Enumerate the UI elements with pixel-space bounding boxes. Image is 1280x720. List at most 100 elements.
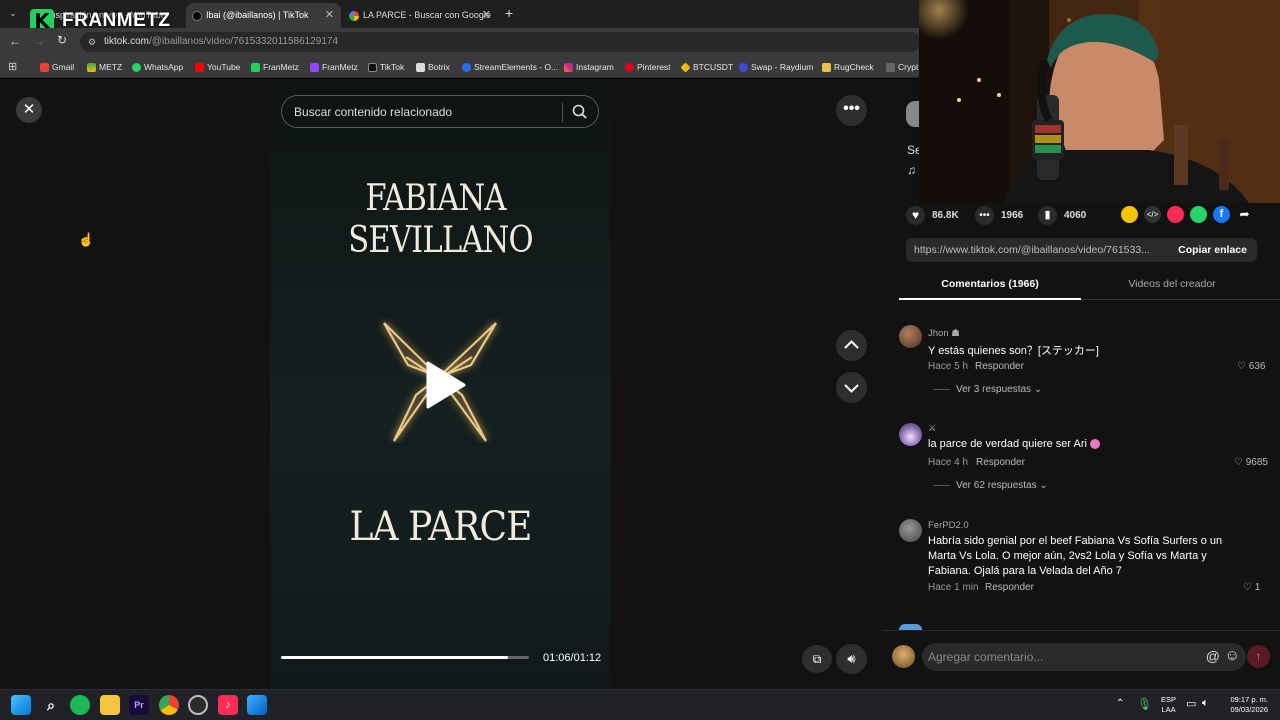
bookmark-rugcheck[interactable]: RugCheck <box>822 60 874 74</box>
avatar[interactable] <box>899 423 922 446</box>
avatar[interactable] <box>899 519 922 542</box>
facebook-share-icon[interactable]: f <box>1213 206 1230 223</box>
comment-input[interactable]: Agregar comentario... @ ☺ <box>922 643 1246 671</box>
botrix-icon <box>416 63 425 72</box>
bookmark-instagram[interactable]: Instagram <box>564 60 614 74</box>
new-tab-button[interactable]: + <box>505 5 513 21</box>
tab-active-indicator <box>899 298 1081 300</box>
apps-grid-icon[interactable]: ⊞ <box>8 60 17 73</box>
chrome-icon[interactable] <box>159 695 179 715</box>
volume-icon[interactable]: 🔊︎ <box>836 644 867 674</box>
tab-tiktok[interactable]: Ibai (@ibaillanos) | TikTok ✕ <box>186 3 341 28</box>
related-search-input[interactable]: Buscar contenido relacionado <box>281 95 599 128</box>
view-replies-button[interactable]: Ver 3 respuestas ⌄ <box>933 384 1042 395</box>
my-avatar[interactable] <box>892 645 915 668</box>
photos-icon[interactable] <box>247 695 267 715</box>
close-tab-icon[interactable]: ✕ <box>325 3 334 28</box>
bookmark-icon: ▮ <box>1038 206 1057 225</box>
bookmark-btcusdt[interactable]: BTCUSDT <box>680 60 733 74</box>
comment-like[interactable]: ♡ 1 <box>1243 582 1260 593</box>
video-progress-fill <box>281 656 509 659</box>
bookmark-gmail[interactable]: Gmail <box>40 60 74 74</box>
close-viewer-button[interactable]: ✕ <box>16 97 42 123</box>
bookmark-whatsapp[interactable]: WhatsApp <box>132 60 183 74</box>
speaker-icon[interactable]: 🔈︎ <box>1202 697 1209 710</box>
comment-button[interactable]: ••• 1966 <box>975 206 1023 225</box>
bookmark-botrix[interactable]: Botrix <box>416 60 450 74</box>
bookmark-tiktok[interactable]: TikTok <box>368 60 404 74</box>
tab-comments[interactable]: Comentarios (1966) <box>899 278 1081 290</box>
comment-like[interactable]: ♡ 636 <box>1237 361 1265 372</box>
avatar[interactable] <box>899 325 922 348</box>
obs-icon[interactable] <box>188 695 208 715</box>
webcam-scene <box>919 0 1280 203</box>
microphone-icon[interactable]: 🎙︎ <box>1137 697 1152 711</box>
file-explorer-icon[interactable] <box>100 695 120 715</box>
post-comment-button[interactable]: ↑ <box>1247 645 1270 668</box>
comment-item: Jhon ☗ Y estás quienes son？[ステッカー] Hace … <box>882 325 1280 415</box>
windows-start-icon[interactable] <box>11 695 31 715</box>
comment-username[interactable]: ⚔ <box>928 423 937 434</box>
search-icon[interactable] <box>571 103 589 121</box>
repost-icon[interactable] <box>1121 206 1138 223</box>
whatsapp-share-icon[interactable] <box>1190 206 1207 223</box>
rugcheck-icon <box>822 63 831 72</box>
instagram-icon <box>564 63 573 72</box>
bookmark-pinterest[interactable]: Pinterest <box>625 60 671 74</box>
reply-button[interactable]: Responder <box>975 361 1024 372</box>
tab-google[interactable]: LA PARCE - Buscar con Google ✕ <box>343 3 498 28</box>
spotify-icon[interactable] <box>70 695 90 715</box>
bookmark-franmetz[interactable]: FranMetz <box>251 60 299 74</box>
comment-like[interactable]: ♡ 9685 <box>1234 457 1268 468</box>
more-options-button[interactable]: ••• <box>836 95 867 126</box>
franmetz-icon <box>251 63 260 72</box>
tab-creator-videos[interactable]: Videos del creador <box>1081 278 1263 290</box>
bookmark-metz[interactable]: METZ <box>87 60 122 74</box>
pip-icon[interactable]: ⧉ <box>802 645 832 673</box>
comment-username[interactable]: Jhon ☗ <box>928 328 960 339</box>
google-tab-icon <box>349 11 359 21</box>
embed-icon[interactable]: </> <box>1144 206 1161 223</box>
video-title-line2: SEVILLANO <box>348 220 533 261</box>
next-video-button[interactable] <box>836 372 867 403</box>
network-icon[interactable]: ▭ <box>1186 697 1196 710</box>
previous-video-button[interactable] <box>836 330 867 361</box>
play-icon[interactable] <box>424 361 466 409</box>
tray-chevron-icon[interactable]: ⌃ <box>1116 698 1124 709</box>
reply-button[interactable]: Responder <box>976 457 1025 468</box>
clock[interactable]: 09:17 p. m. 09/03/2026 <box>1222 695 1268 715</box>
bookmark-raydium[interactable]: Swap - Raydium <box>739 60 813 74</box>
share-url: https://www.tiktok.com/@ibaillanos/video… <box>914 244 1150 256</box>
mention-icon[interactable]: @ <box>1206 648 1220 664</box>
reply-button[interactable]: Responder <box>985 582 1034 593</box>
copy-link-button[interactable]: Copiar enlace <box>1178 244 1247 256</box>
pinterest-icon <box>625 63 634 72</box>
url-field[interactable]: ⚙ tiktok.com/@ibaillanos/video/761533201… <box>80 32 920 52</box>
reload-icon[interactable]: ↻ <box>57 33 67 47</box>
bookmark-franmetz-2[interactable]: FranMetz <box>310 60 358 74</box>
send-icon[interactable] <box>1167 206 1184 223</box>
bookmark-streamelements[interactable]: StreamElements - O... <box>462 60 558 74</box>
view-replies-button[interactable]: Ver 62 respuestas ⌄ <box>933 480 1048 491</box>
save-button[interactable]: ▮ 4060 <box>1038 206 1086 225</box>
back-icon[interactable]: ← <box>9 34 21 48</box>
chevron-down-icon: ⌄ <box>1039 480 1048 491</box>
comment-text: Y estás quienes son？[ステッカー] <box>928 345 1099 357</box>
language-indicator[interactable]: ESP LAA <box>1161 695 1176 715</box>
site-info-icon[interactable]: ⚙ <box>88 32 96 52</box>
premiere-icon[interactable]: Pr <box>129 695 149 715</box>
like-button[interactable]: ♥ 86.8K <box>906 206 959 225</box>
emoji-picker-icon[interactable]: ☺ <box>1225 647 1240 664</box>
close-tab-icon[interactable]: ✕ <box>482 3 491 28</box>
bookmark-youtube[interactable]: YouTube <box>195 60 240 74</box>
video-progress-bar[interactable] <box>281 656 529 659</box>
search-icon[interactable]: ⌕ <box>41 695 61 715</box>
comment-username[interactable]: FerPD2.0 <box>928 520 969 531</box>
tab-search-icon[interactable]: ⌄ <box>6 6 20 20</box>
comment-time: Hace 4 h <box>928 457 969 468</box>
tiktok-app-icon[interactable]: ♪ <box>218 695 238 715</box>
bookmark-crypt[interactable]: Crypt <box>886 60 918 74</box>
video-player[interactable]: Buscar contenido relacionado FABIANA SEV… <box>270 79 611 689</box>
forward-icon[interactable]: → <box>33 34 45 48</box>
share-arrow-icon[interactable]: ➦ <box>1236 206 1253 223</box>
